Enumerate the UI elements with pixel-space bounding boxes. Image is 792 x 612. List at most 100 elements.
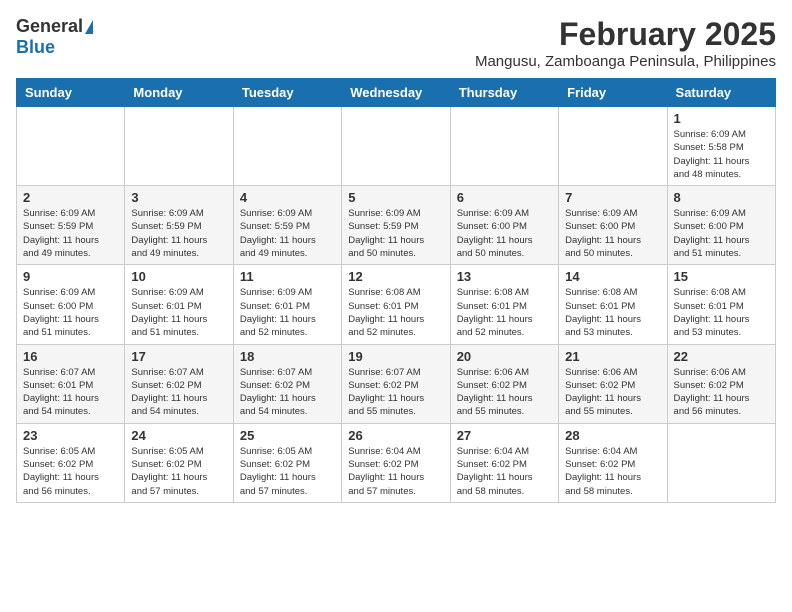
day-number: 18 xyxy=(240,349,335,364)
day-info: Sunrise: 6:09 AM Sunset: 5:58 PM Dayligh… xyxy=(674,128,769,181)
day-info: Sunrise: 6:08 AM Sunset: 6:01 PM Dayligh… xyxy=(457,286,552,339)
day-info: Sunrise: 6:04 AM Sunset: 6:02 PM Dayligh… xyxy=(457,445,552,498)
day-info: Sunrise: 6:06 AM Sunset: 6:02 PM Dayligh… xyxy=(457,366,552,419)
calendar-cell: 3 Sunrise: 6:09 AM Sunset: 5:59 PM Daylig… xyxy=(125,186,233,265)
day-number: 14 xyxy=(565,269,660,284)
day-number: 8 xyxy=(674,190,769,205)
day-number: 6 xyxy=(457,190,552,205)
day-info: Sunrise: 6:08 AM Sunset: 6:01 PM Dayligh… xyxy=(674,286,769,339)
calendar-cell: 21Sunrise: 6:06 AM Sunset: 6:02 PM Dayli… xyxy=(559,344,667,423)
day-number: 17 xyxy=(131,349,226,364)
calendar-cell: 17 Sunrise: 6:07 AM Sunset: 6:02 PM Dayli… xyxy=(125,344,233,423)
calendar-cell: 16 Sunrise: 6:07 AM Sunset: 6:01 PM Dayli… xyxy=(17,344,125,423)
day-number: 5 xyxy=(348,190,443,205)
calendar-cell xyxy=(125,107,233,186)
day-number: 20 xyxy=(457,349,552,364)
day-info: Sunrise: 6:09 AM Sunset: 6:01 PM Dayligh… xyxy=(240,286,335,339)
calendar-week-row: 16 Sunrise: 6:07 AM Sunset: 6:01 PM Dayli… xyxy=(17,344,776,423)
calendar-week-row: 1 Sunrise: 6:09 AM Sunset: 5:58 PM Daylig… xyxy=(17,107,776,186)
calendar-cell: 15 Sunrise: 6:08 AM Sunset: 6:01 PM Dayli… xyxy=(667,265,775,344)
page-title: February 2025 xyxy=(475,16,776,53)
day-number: 24 xyxy=(131,428,226,443)
calendar-cell: 9Sunrise: 6:09 AM Sunset: 6:00 PM Daylig… xyxy=(17,265,125,344)
calendar-cell: 27 Sunrise: 6:04 AM Sunset: 6:02 PM Dayli… xyxy=(450,423,558,502)
day-number: 9 xyxy=(23,269,118,284)
day-info: Sunrise: 6:04 AM Sunset: 6:02 PM Dayligh… xyxy=(565,445,660,498)
day-info: Sunrise: 6:08 AM Sunset: 6:01 PM Dayligh… xyxy=(348,286,443,339)
day-number: 2 xyxy=(23,190,118,205)
day-info: Sunrise: 6:06 AM Sunset: 6:02 PM Dayligh… xyxy=(674,366,769,419)
calendar-cell: 6 Sunrise: 6:09 AM Sunset: 6:00 PM Daylig… xyxy=(450,186,558,265)
day-info: Sunrise: 6:07 AM Sunset: 6:02 PM Dayligh… xyxy=(240,366,335,419)
day-number: 7 xyxy=(565,190,660,205)
calendar-cell: 22 Sunrise: 6:06 AM Sunset: 6:02 PM Dayli… xyxy=(667,344,775,423)
day-info: Sunrise: 6:04 AM Sunset: 6:02 PM Dayligh… xyxy=(348,445,443,498)
day-info: Sunrise: 6:09 AM Sunset: 6:00 PM Dayligh… xyxy=(565,207,660,260)
calendar-header-row: SundayMondayTuesdayWednesdayThursdayFrid… xyxy=(17,79,776,107)
day-info: Sunrise: 6:09 AM Sunset: 5:59 PM Dayligh… xyxy=(23,207,118,260)
day-number: 11 xyxy=(240,269,335,284)
calendar-cell: 26 Sunrise: 6:04 AM Sunset: 6:02 PM Dayli… xyxy=(342,423,450,502)
calendar-day-header: Saturday xyxy=(667,79,775,107)
day-number: 28 xyxy=(565,428,660,443)
logo-general-text: General xyxy=(16,16,83,37)
title-section: February 2025 Mangusu, Zamboanga Peninsu… xyxy=(475,16,776,70)
day-info: Sunrise: 6:09 AM Sunset: 6:00 PM Dayligh… xyxy=(457,207,552,260)
calendar-table: SundayMondayTuesdayWednesdayThursdayFrid… xyxy=(16,78,776,503)
day-number: 10 xyxy=(131,269,226,284)
day-number: 15 xyxy=(674,269,769,284)
calendar-cell: 23 Sunrise: 6:05 AM Sunset: 6:02 PM Dayli… xyxy=(17,423,125,502)
calendar-day-header: Friday xyxy=(559,79,667,107)
calendar-day-header: Wednesday xyxy=(342,79,450,107)
calendar-cell: 4Sunrise: 6:09 AM Sunset: 5:59 PM Daylig… xyxy=(233,186,341,265)
calendar-day-header: Monday xyxy=(125,79,233,107)
calendar-cell: 11 Sunrise: 6:09 AM Sunset: 6:01 PM Dayli… xyxy=(233,265,341,344)
day-info: Sunrise: 6:07 AM Sunset: 6:02 PM Dayligh… xyxy=(348,366,443,419)
logo-blue-text: Blue xyxy=(16,37,55,58)
calendar-cell: 12 Sunrise: 6:08 AM Sunset: 6:01 PM Dayli… xyxy=(342,265,450,344)
day-number: 26 xyxy=(348,428,443,443)
day-info: Sunrise: 6:09 AM Sunset: 5:59 PM Dayligh… xyxy=(240,207,335,260)
calendar-cell: 18 Sunrise: 6:07 AM Sunset: 6:02 PM Dayli… xyxy=(233,344,341,423)
calendar-day-header: Tuesday xyxy=(233,79,341,107)
day-number: 12 xyxy=(348,269,443,284)
calendar-cell xyxy=(342,107,450,186)
day-info: Sunrise: 6:08 AM Sunset: 6:01 PM Dayligh… xyxy=(565,286,660,339)
calendar-cell: 19Sunrise: 6:07 AM Sunset: 6:02 PM Dayli… xyxy=(342,344,450,423)
day-info: Sunrise: 6:07 AM Sunset: 6:02 PM Dayligh… xyxy=(131,366,226,419)
logo-triangle-icon xyxy=(85,20,93,34)
day-number: 1 xyxy=(674,111,769,126)
day-number: 22 xyxy=(674,349,769,364)
day-info: Sunrise: 6:06 AM Sunset: 6:02 PM Dayligh… xyxy=(565,366,660,419)
calendar-cell: 10 Sunrise: 6:09 AM Sunset: 6:01 PM Dayli… xyxy=(125,265,233,344)
day-number: 16 xyxy=(23,349,118,364)
day-number: 25 xyxy=(240,428,335,443)
day-number: 23 xyxy=(23,428,118,443)
day-info: Sunrise: 6:05 AM Sunset: 6:02 PM Dayligh… xyxy=(131,445,226,498)
day-number: 27 xyxy=(457,428,552,443)
calendar-cell: 7 Sunrise: 6:09 AM Sunset: 6:00 PM Daylig… xyxy=(559,186,667,265)
calendar-cell: 25Sunrise: 6:05 AM Sunset: 6:02 PM Dayli… xyxy=(233,423,341,502)
calendar-cell xyxy=(233,107,341,186)
calendar-cell: 14 Sunrise: 6:08 AM Sunset: 6:01 PM Dayli… xyxy=(559,265,667,344)
day-number: 13 xyxy=(457,269,552,284)
calendar-cell: 5 Sunrise: 6:09 AM Sunset: 5:59 PM Daylig… xyxy=(342,186,450,265)
logo: General Blue xyxy=(16,16,93,58)
calendar-cell: 1 Sunrise: 6:09 AM Sunset: 5:58 PM Daylig… xyxy=(667,107,775,186)
calendar-cell xyxy=(17,107,125,186)
calendar-cell: 2 Sunrise: 6:09 AM Sunset: 5:59 PM Daylig… xyxy=(17,186,125,265)
day-info: Sunrise: 6:07 AM Sunset: 6:01 PM Dayligh… xyxy=(23,366,118,419)
day-info: Sunrise: 6:09 AM Sunset: 6:01 PM Dayligh… xyxy=(131,286,226,339)
day-info: Sunrise: 6:05 AM Sunset: 6:02 PM Dayligh… xyxy=(23,445,118,498)
day-info: Sunrise: 6:09 AM Sunset: 5:59 PM Dayligh… xyxy=(131,207,226,260)
calendar-day-header: Sunday xyxy=(17,79,125,107)
calendar-cell xyxy=(450,107,558,186)
day-info: Sunrise: 6:09 AM Sunset: 6:00 PM Dayligh… xyxy=(674,207,769,260)
calendar-cell: 28 Sunrise: 6:04 AM Sunset: 6:02 PM Dayli… xyxy=(559,423,667,502)
calendar-week-row: 23 Sunrise: 6:05 AM Sunset: 6:02 PM Dayli… xyxy=(17,423,776,502)
page-header: General Blue February 2025 Mangusu, Zamb… xyxy=(16,16,776,70)
day-info: Sunrise: 6:09 AM Sunset: 5:59 PM Dayligh… xyxy=(348,207,443,260)
day-number: 3 xyxy=(131,190,226,205)
calendar-cell: 24 Sunrise: 6:05 AM Sunset: 6:02 PM Dayli… xyxy=(125,423,233,502)
calendar-week-row: 2 Sunrise: 6:09 AM Sunset: 5:59 PM Daylig… xyxy=(17,186,776,265)
